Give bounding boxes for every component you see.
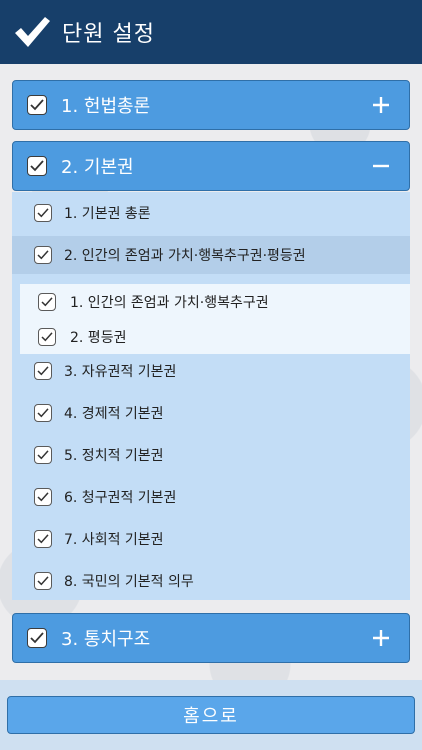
page-title: 단원 설정	[62, 22, 155, 47]
section-panel: 1. 인간의 존엄과 가치·행복추구권 2. 평등권	[20, 284, 410, 354]
section-row[interactable]: 1. 인간의 존엄과 가치·행복추구권	[20, 284, 410, 319]
chapter-label: 2. 인간의 존엄과 가치·행복추구권·평등권	[64, 248, 306, 264]
chapter-checkbox[interactable]	[34, 404, 52, 422]
chapter-checkbox[interactable]	[34, 204, 52, 222]
chapter-panel: 1. 기본권 총론 2. 인간의 존엄과 가치·행복추구권·평등권 1. 인간의…	[12, 192, 410, 600]
checkmark-icon	[12, 12, 52, 52]
minus-icon[interactable]	[361, 146, 401, 186]
chapter-row[interactable]: 8. 국민의 기본적 의무	[12, 562, 410, 600]
chapter-row[interactable]: 1. 기본권 총론	[12, 194, 410, 232]
section-checkbox[interactable]	[38, 292, 56, 311]
check-icon	[37, 576, 49, 586]
unit-label-1: 1. 헌법총론	[61, 96, 151, 117]
unit-checkbox-2[interactable]	[27, 156, 47, 176]
chapter-row[interactable]: 5. 정치적 기본권	[12, 436, 410, 474]
check-icon	[37, 366, 49, 376]
check-icon	[37, 250, 49, 260]
chapter-checkbox[interactable]	[34, 572, 52, 590]
plus-icon[interactable]	[361, 618, 401, 658]
chapter-checkbox[interactable]	[34, 446, 52, 464]
chapter-row-selected[interactable]: 2. 인간의 존엄과 가치·행복추구권·평등권	[12, 236, 410, 274]
chapter-label: 5. 정치적 기본권	[64, 448, 164, 464]
chapter-label: 1. 기본권 총론	[64, 206, 151, 222]
section-row[interactable]: 2. 평등권	[20, 319, 410, 354]
check-icon	[37, 208, 49, 218]
chapter-row[interactable]: 6. 청구권적 기본권	[12, 478, 410, 516]
chapter-checkbox[interactable]	[34, 246, 52, 264]
chapter-checkbox[interactable]	[34, 362, 52, 380]
chapter-label: 8. 국민의 기본적 의무	[64, 574, 194, 590]
check-icon	[41, 331, 53, 341]
home-button[interactable]: 홈으로	[7, 696, 415, 734]
chapter-label: 3. 자유권적 기본권	[64, 364, 177, 380]
chapter-checkbox[interactable]	[34, 530, 52, 548]
chapter-checkbox[interactable]	[34, 488, 52, 506]
check-icon	[37, 492, 49, 502]
check-icon	[30, 160, 44, 172]
unit-label-2: 2. 기본권	[61, 157, 134, 178]
section-label: 1. 인간의 존엄과 가치·행복추구권	[70, 294, 269, 311]
unit-label-3: 3. 통치구조	[61, 629, 151, 650]
section-label: 2. 평등권	[70, 329, 127, 346]
section-checkbox[interactable]	[38, 327, 56, 346]
chapter-row[interactable]: 4. 경제적 기본권	[12, 394, 410, 432]
unit-row-1[interactable]: 1. 헌법총론	[12, 80, 410, 130]
check-icon	[30, 632, 44, 644]
check-icon	[30, 99, 44, 111]
check-icon	[37, 450, 49, 460]
app-header: 단원 설정	[0, 0, 422, 64]
unit-checkbox-3[interactable]	[27, 628, 47, 648]
unit-checkbox-1[interactable]	[27, 95, 47, 115]
check-icon	[37, 408, 49, 418]
chapter-label: 6. 청구권적 기본권	[64, 490, 177, 506]
chapter-label: 7. 사회적 기본권	[64, 532, 164, 548]
unit-row-3[interactable]: 3. 통치구조	[12, 613, 410, 663]
chapter-row[interactable]: 3. 자유권적 기본권	[12, 352, 410, 390]
chapter-label: 4. 경제적 기본권	[64, 406, 164, 422]
check-icon	[37, 534, 49, 544]
plus-icon[interactable]	[361, 85, 401, 125]
unit-list: 1. 헌법총론 2. 기본권 1. 기본권 총론 2. 인간의 존엄과 가치·행…	[0, 64, 422, 680]
chapter-row[interactable]: 7. 사회적 기본권	[12, 520, 410, 558]
unit-row-2[interactable]: 2. 기본권	[12, 141, 410, 191]
check-icon	[41, 296, 53, 306]
footer-bar: 홈으로	[0, 680, 422, 750]
